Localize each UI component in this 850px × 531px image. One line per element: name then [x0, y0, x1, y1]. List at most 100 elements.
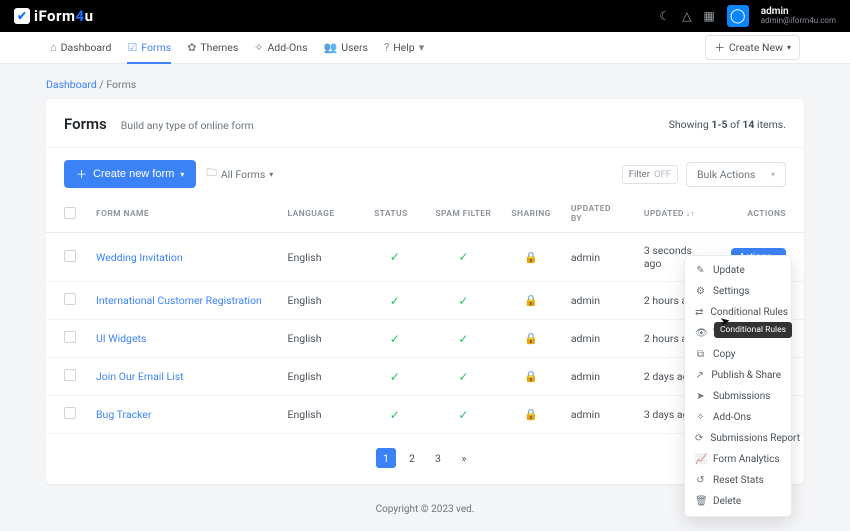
row-language: English	[278, 233, 365, 282]
action-settings[interactable]: ⚙Settings	[685, 281, 791, 302]
cursor-icon: ➤	[719, 313, 731, 329]
row-language: English	[278, 320, 365, 358]
col-updated-by[interactable]: UPDATED BY	[561, 196, 634, 233]
user-info[interactable]: admin admin@iform4u.com	[761, 6, 836, 26]
form-name-link[interactable]: Bug Tracker	[86, 396, 278, 434]
spam-active-icon: ✓	[458, 408, 468, 422]
spam-active-icon: ✓	[458, 294, 468, 308]
apps-grid-icon[interactable]: ▦	[703, 9, 714, 23]
puzzle-icon: ✧	[254, 41, 263, 54]
user-avatar[interactable]: ◯	[727, 5, 749, 27]
row-checkbox[interactable]	[64, 250, 76, 262]
brand-logo[interactable]: ✔ iForm4u	[14, 7, 94, 25]
page-1[interactable]: 1	[376, 448, 396, 468]
copy-icon: ⧉	[695, 349, 706, 360]
row-checkbox[interactable]	[64, 293, 76, 305]
folder-filter[interactable]: 🗀 All Forms ▾	[206, 165, 273, 183]
col-sharing[interactable]: SHARING	[501, 196, 560, 233]
lock-icon: 🔒	[524, 332, 538, 345]
nav-users[interactable]: 👥Users	[324, 33, 368, 63]
lock-icon: 🔒	[524, 370, 538, 383]
lock-icon: 🔒	[524, 408, 538, 421]
row-language: English	[278, 396, 365, 434]
chevron-down-icon: ▾	[771, 170, 775, 179]
col-status[interactable]: STATUS	[364, 196, 425, 233]
pencil-icon: ✎	[695, 265, 706, 276]
chevron-down-icon: ▾	[269, 170, 273, 179]
form-name-link[interactable]: UI Widgets	[86, 320, 278, 358]
home-icon: ⌂	[50, 41, 57, 54]
breadcrumb-dashboard[interactable]: Dashboard	[46, 78, 97, 91]
notifications-icon[interactable]: △	[682, 9, 691, 23]
col-actions: ACTIONS	[721, 196, 804, 233]
folder-icon: 🗀	[206, 165, 217, 183]
status-active-icon: ✓	[390, 408, 400, 422]
row-checkbox[interactable]	[64, 407, 76, 419]
page-next[interactable]: »	[454, 448, 474, 468]
gear-icon: ⚙	[695, 286, 706, 297]
users-icon: 👥	[324, 41, 338, 54]
action-conditional-rules[interactable]: ⇄Conditional Rules	[685, 302, 791, 323]
action-delete[interactable]: 🗑Delete	[685, 491, 791, 512]
row-updated-by: admin	[561, 282, 634, 320]
row-updated-by: admin	[561, 233, 634, 282]
main-nav: ⌂Dashboard ☑Forms ✿Themes ✧Add-Ons 👥User…	[0, 32, 850, 64]
row-language: English	[278, 358, 365, 396]
sort-desc-icon: ↓↑	[686, 209, 695, 218]
form-name-link[interactable]: International Customer Registration	[86, 282, 278, 320]
row-language: English	[278, 282, 365, 320]
filter-toggle[interactable]: FilterOFF	[622, 165, 678, 184]
col-form-name[interactable]: FORM NAME	[86, 196, 278, 233]
row-actions-menu: ✎Update ⚙Settings ⇄Conditional Rules 👁Vi…	[684, 255, 792, 517]
card-header: Forms Build any type of online form Show…	[46, 99, 804, 148]
chevron-down-icon: ▾	[787, 43, 791, 52]
action-copy[interactable]: ⧉Copy	[685, 344, 791, 365]
create-new-button[interactable]: ＋ Create New ▾	[705, 35, 800, 60]
action-analytics[interactable]: 📈Form Analytics	[685, 449, 791, 470]
lock-icon: 🔒	[524, 294, 538, 307]
chevron-down-icon: ▾	[419, 41, 425, 54]
bulk-actions-select[interactable]: Bulk Actions ▾	[686, 162, 786, 187]
form-name-link[interactable]: Join Our Email List	[86, 358, 278, 396]
action-update[interactable]: ✎Update	[685, 260, 791, 281]
breadcrumb: Dashboard / Forms	[0, 64, 850, 99]
col-spam[interactable]: SPAM FILTER	[425, 196, 501, 233]
user-email: admin@iform4u.com	[761, 17, 836, 26]
nav-addons[interactable]: ✧Add-Ons	[254, 33, 307, 63]
page-2[interactable]: 2	[402, 448, 422, 468]
topbar: ✔ iForm4u ☾ △ ▦ ◯ admin admin@iform4u.co…	[0, 0, 850, 32]
theme-toggle-icon[interactable]: ☾	[659, 9, 670, 23]
nav-help[interactable]: ?Help▾	[384, 33, 424, 63]
result-summary: Showing 1-5 of 14 items.	[669, 118, 786, 131]
share-icon: ↗	[695, 370, 704, 381]
page-3[interactable]: 3	[428, 448, 448, 468]
spam-active-icon: ✓	[458, 370, 468, 384]
nav-forms[interactable]: ☑Forms	[127, 33, 171, 64]
topbar-right: ☾ △ ▦ ◯ admin admin@iform4u.com	[659, 5, 836, 27]
status-active-icon: ✓	[390, 370, 400, 384]
report-icon: ⟳	[695, 433, 703, 444]
col-updated[interactable]: UPDATED↓↑	[634, 196, 721, 233]
action-reset-stats[interactable]: ↺Reset Stats	[685, 470, 791, 491]
nav-dashboard[interactable]: ⌂Dashboard	[50, 33, 111, 63]
action-addons[interactable]: ✧Add-Ons	[685, 407, 791, 428]
help-icon: ?	[384, 41, 389, 54]
nav-themes[interactable]: ✿Themes	[187, 33, 238, 63]
spam-active-icon: ✓	[458, 332, 468, 346]
chevron-down-icon: ▾	[180, 170, 184, 179]
action-submissions[interactable]: ➤Submissions	[685, 386, 791, 407]
page-subtitle: Build any type of online form	[121, 119, 254, 132]
spam-active-icon: ✓	[458, 250, 468, 264]
create-form-button[interactable]: ＋ Create new form ▾	[64, 160, 196, 188]
action-publish[interactable]: ↗Publish & Share	[685, 365, 791, 386]
select-all-checkbox[interactable]	[64, 207, 76, 219]
row-checkbox[interactable]	[64, 369, 76, 381]
check-square-icon: ☑	[127, 41, 137, 54]
col-language[interactable]: LANGUAGE	[278, 196, 365, 233]
action-submissions-report[interactable]: ⟳Submissions Report	[685, 428, 791, 449]
eye-icon: 👁	[695, 328, 706, 339]
status-active-icon: ✓	[390, 250, 400, 264]
form-name-link[interactable]: Wedding Invitation	[86, 233, 278, 282]
row-checkbox[interactable]	[64, 331, 76, 343]
chart-icon: 📈	[695, 454, 706, 465]
